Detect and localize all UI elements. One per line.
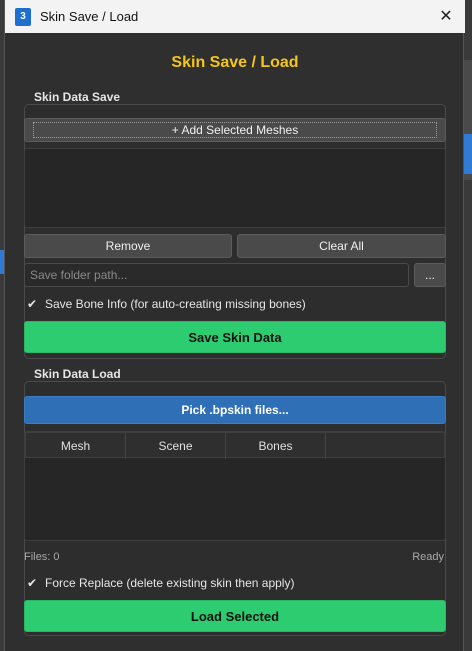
skin-save-load-window: 3 Skin Save / Load ✕ Skin Save / Load Sk… (4, 0, 465, 651)
load-selected-button[interactable]: Load Selected (24, 600, 446, 632)
force-replace-checkbox[interactable]: ✔ Force Replace (delete existing skin th… (27, 576, 294, 590)
checkmark-icon: ✔ (27, 576, 38, 590)
files-count: Files: 0 (24, 551, 60, 563)
title-bar[interactable]: 3 Skin Save / Load ✕ (5, 0, 465, 33)
clear-all-label: Clear All (319, 239, 364, 253)
save-skin-data-label: Save Skin Data (188, 329, 282, 345)
save-bone-info-label: Save Bone Info (for auto-creating missin… (45, 297, 306, 311)
checkmark-icon: ✔ (27, 297, 38, 311)
close-icon[interactable]: ✕ (437, 7, 455, 25)
status-text: Ready (412, 551, 444, 563)
remove-label: Remove (105, 239, 151, 253)
save-folder-path-input[interactable]: Save folder path... (24, 263, 409, 287)
save-bone-info-checkbox[interactable]: ✔ Save Bone Info (for auto-creating miss… (27, 297, 306, 311)
host-app-highlight (464, 134, 472, 174)
window-title: Skin Save / Load (40, 9, 139, 24)
app-icon: 3 (15, 7, 31, 26)
file-table-header: Mesh Scene Bones (25, 432, 445, 459)
load-group-label: Skin Data Load (34, 367, 121, 381)
remove-button[interactable]: Remove (24, 234, 232, 258)
column-header-scene[interactable]: Scene (126, 433, 226, 459)
force-replace-label: Force Replace (delete existing skin then… (45, 576, 295, 590)
column-header-mesh[interactable]: Mesh (26, 433, 126, 459)
load-selected-label: Load Selected (190, 608, 280, 624)
mesh-list[interactable] (24, 148, 446, 228)
browse-label: ... (424, 268, 435, 282)
browse-folder-button[interactable]: ... (414, 263, 446, 287)
column-header-bones[interactable]: Bones (226, 433, 326, 459)
add-selected-meshes-button[interactable]: + Add Selected Meshes (24, 118, 446, 142)
page-title: Skin Save / Load (171, 54, 299, 71)
pick-bpskin-files-label: Pick .bpskin files... (181, 403, 289, 417)
add-selected-meshes-label: + Add Selected Meshes (171, 123, 299, 137)
save-skin-data-button[interactable]: Save Skin Data (24, 321, 446, 353)
pick-bpskin-files-button[interactable]: Pick .bpskin files... (24, 396, 446, 424)
clear-all-button[interactable]: Clear All (237, 234, 446, 258)
save-group-label: Skin Data Save (34, 90, 121, 104)
